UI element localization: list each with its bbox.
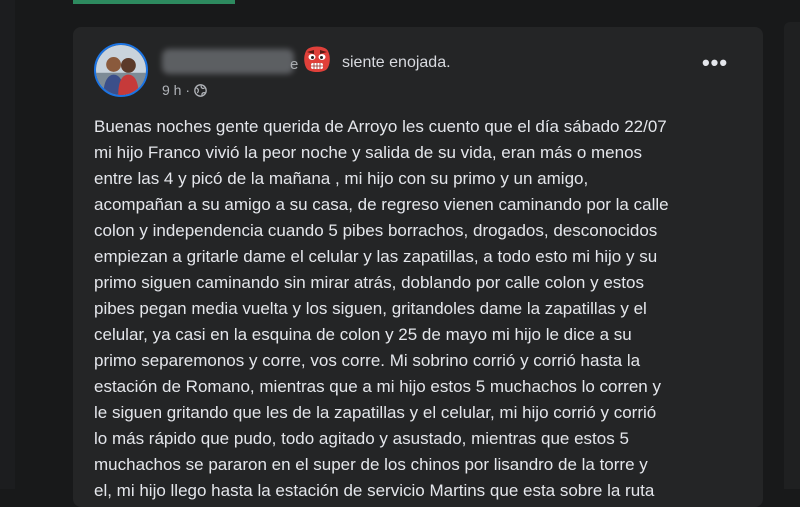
feeling-text: siente enojada. [342, 54, 451, 71]
post-text-line: estación de Romano, mientras que a mi hi… [94, 377, 661, 396]
post-time[interactable]: 9 h · [162, 82, 190, 98]
author-name-suffix: e [290, 56, 299, 73]
post-text-line: primo siguen caminando sin mirar atrás, … [94, 273, 644, 292]
post-text-line: acompañan a su amigo a su casa, de regre… [94, 195, 669, 214]
left-rail [0, 0, 15, 489]
post-body: Buenas noches gente querida de Arroyo le… [94, 114, 754, 504]
post-card: e siente enojada. 9 h · ••• Buenas noche… [73, 27, 763, 507]
author-name-blurred[interactable] [162, 49, 294, 74]
post-text-line: entre las 4 y picó de la mañana , mi hij… [94, 169, 589, 188]
more-options-button[interactable]: ••• [695, 51, 735, 83]
post-meta: 9 h · [162, 82, 207, 98]
right-sidebar-edge [784, 22, 800, 489]
post-text-line: colon y independencia cuando 5 pibes bor… [94, 221, 658, 240]
post-text-line: el, mi hijo llego hasta la estación de s… [94, 481, 655, 500]
post-text-line: lo más rápido que pudo, todo agitado y a… [94, 429, 629, 448]
post-text-line: Buenas noches gente querida de Arroyo le… [94, 117, 667, 136]
avatar-photo [96, 45, 146, 95]
globe-icon[interactable] [194, 83, 207, 97]
active-tab-indicator [73, 0, 235, 4]
angry-face-icon [304, 46, 330, 72]
post-text-line: mi hijo Franco vivió la peor noche y sal… [94, 143, 643, 162]
avatar[interactable] [94, 43, 148, 97]
post-text-line: empiezan a gritarle dame el celular y la… [94, 247, 658, 266]
post-text-line: pibes pegan media vuelta y los siguen, g… [94, 299, 647, 318]
post-text-line: muchachos se pararon en el super de los … [94, 455, 648, 474]
post-text-line: le siguen gritando que les de la zapatil… [94, 403, 657, 422]
post-text-line: primo separemonos y corre, vos corre. Mi… [94, 351, 641, 370]
post-text-line: celular, ya casi en la esquina de colon … [94, 325, 632, 344]
